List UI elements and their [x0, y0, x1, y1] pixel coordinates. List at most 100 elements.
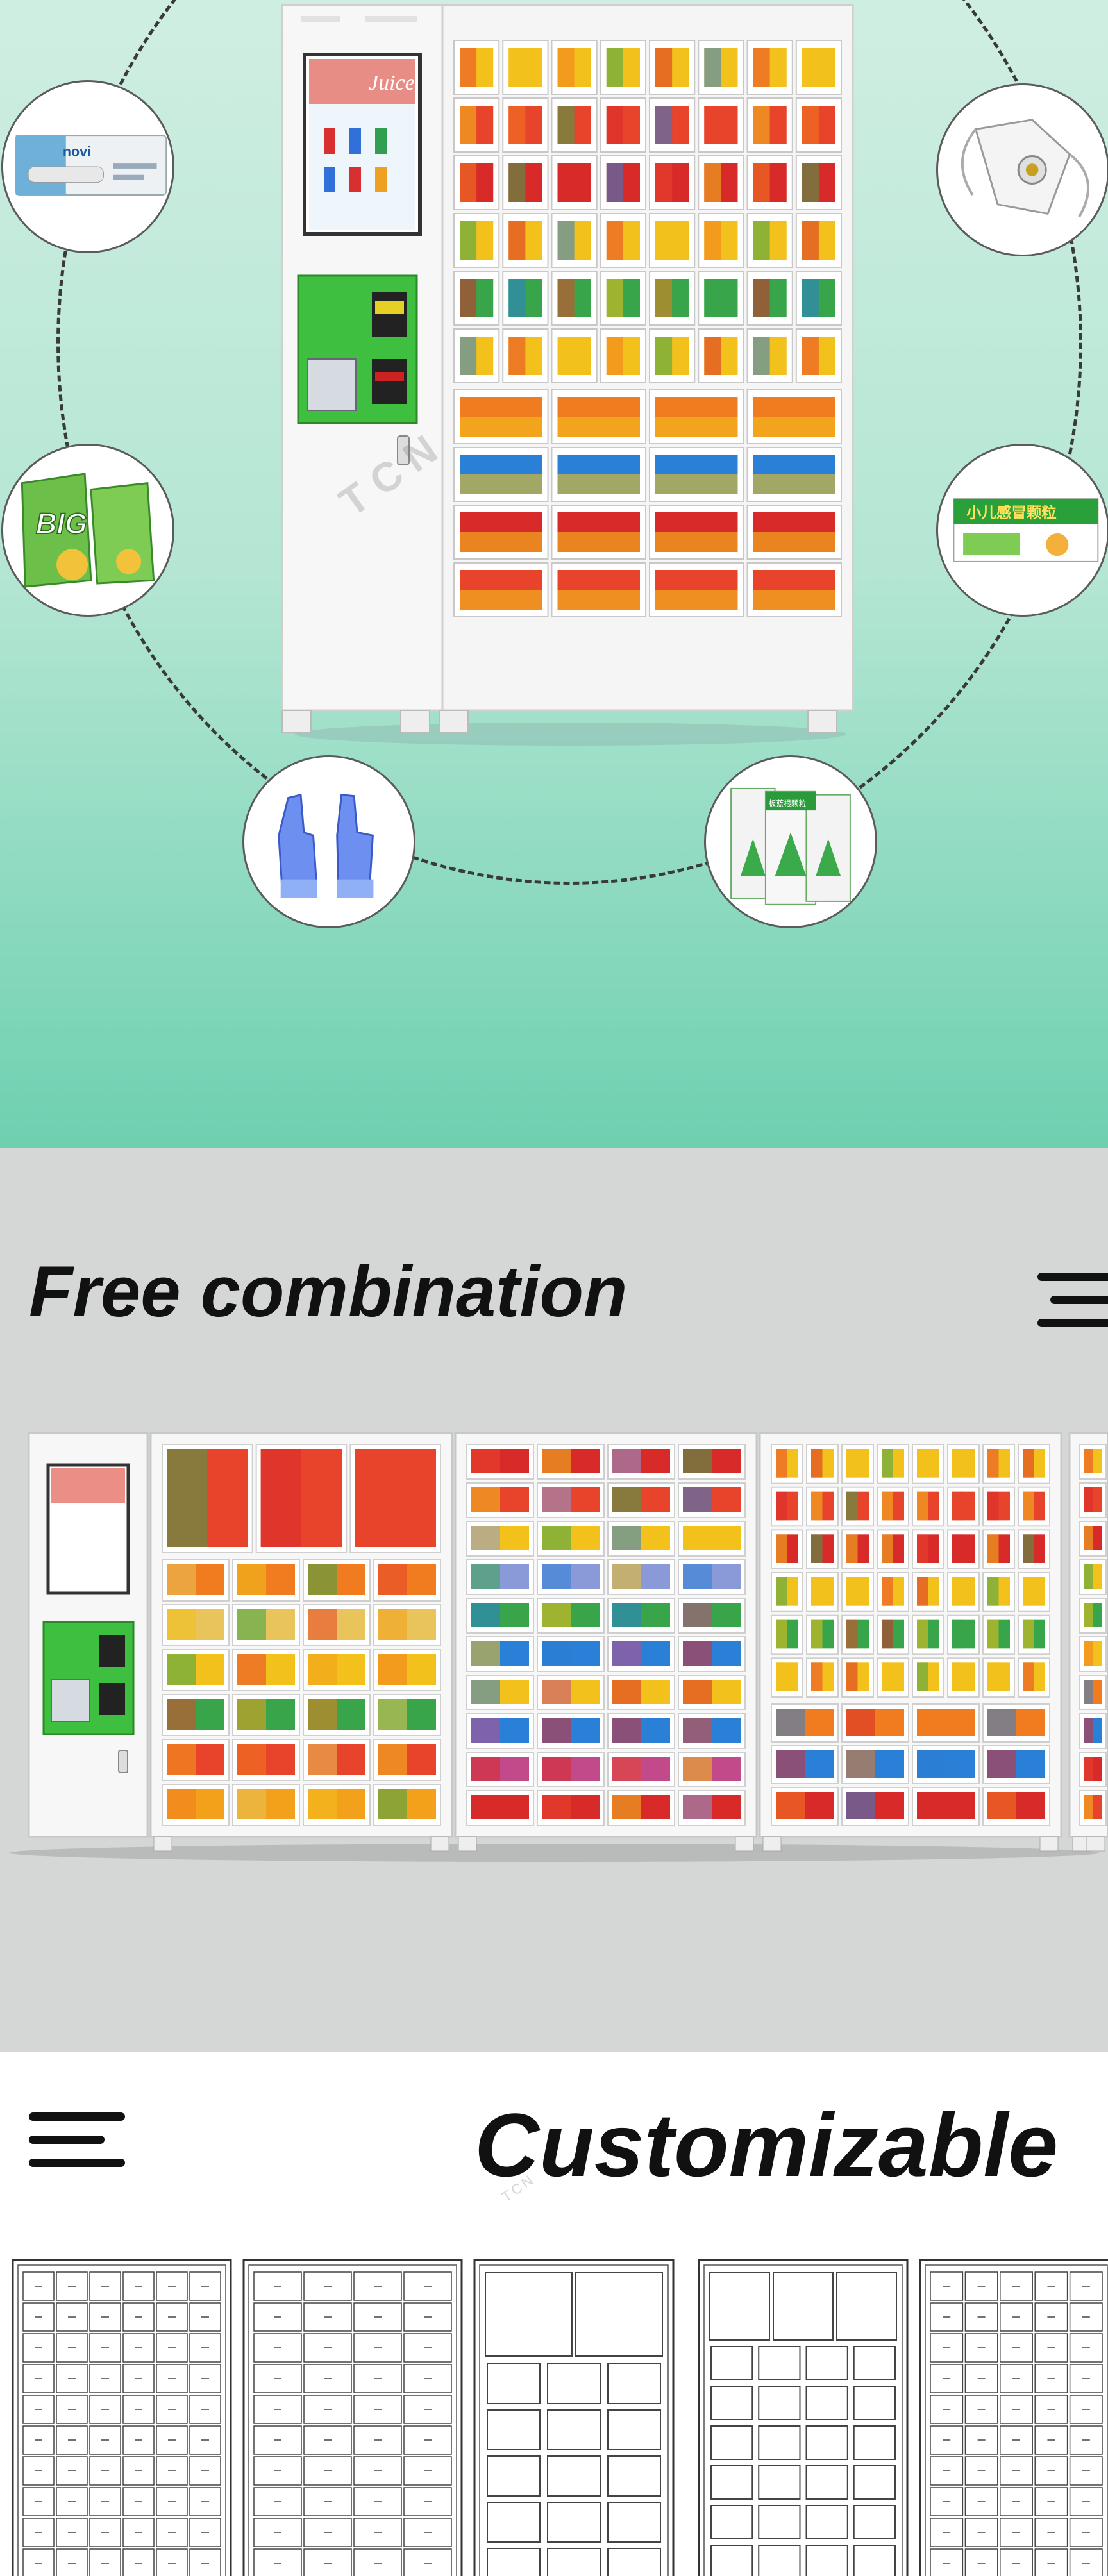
locker-cell [502, 271, 549, 326]
locker-cell [600, 271, 646, 326]
locker-cell [698, 40, 744, 95]
locker-cell-large [551, 389, 646, 444]
combo-cabinets [149, 1432, 1108, 1852]
chips-bag-icon: BIG [21, 473, 155, 588]
hero-section: Juice novi BIG 小儿感冒颗粒 板蓝根颗粒 TCN [0, 0, 1108, 1148]
locker-cell-large [649, 389, 744, 444]
layout-option [698, 2259, 909, 2576]
cabinet-snacks [149, 1432, 453, 1852]
locker-cell [600, 328, 646, 383]
medicine-box-icon: 小儿感冒颗粒 [953, 498, 1099, 562]
locker-cell [795, 213, 842, 268]
combined-machines-image [9, 1432, 1108, 1862]
locker-cell-large [649, 505, 744, 560]
locker-cell [551, 155, 598, 210]
locker-cell [453, 40, 500, 95]
locker-cell [746, 40, 793, 95]
locker-cell [746, 97, 793, 153]
locker-cell [453, 328, 500, 383]
locker-cell [746, 271, 793, 326]
locker-cell [600, 155, 646, 210]
layout-option [919, 2259, 1108, 2576]
locker-cell [649, 155, 696, 210]
vending-machine-image: Juice [281, 4, 854, 746]
locker-cell-large [551, 447, 646, 502]
locker-cell-large [649, 562, 744, 617]
locker-cell [649, 328, 696, 383]
locker-cell [698, 328, 744, 383]
cabinet-drinks [454, 1432, 758, 1852]
circle-tea-pouches: 板蓝根颗粒 [704, 755, 877, 928]
svg-text:板蓝根颗粒: 板蓝根颗粒 [769, 799, 807, 808]
locker-cell [698, 155, 744, 210]
locker-cell-large [453, 562, 549, 617]
lock-icon [397, 435, 410, 465]
locker-cell [453, 213, 500, 268]
locker-cell [649, 40, 696, 95]
mask-icon [961, 119, 1089, 218]
machine-shadow [295, 723, 846, 746]
locker-cell [795, 155, 842, 210]
layout-option [473, 2259, 675, 2576]
customizable-title: Customizable [474, 2095, 1059, 2195]
locker-cell [502, 328, 549, 383]
thermometer-icon: novi [15, 135, 167, 196]
screen-brand-text: Juice [369, 71, 415, 95]
locker-cell-large [453, 447, 549, 502]
circle-medicine-box: 小儿感冒颗粒 [936, 444, 1108, 617]
circle-mask [936, 83, 1108, 256]
locker-cell [795, 328, 842, 383]
locker-cell [649, 271, 696, 326]
locker-cell [649, 213, 696, 268]
circle-chips: BIG [1, 444, 174, 617]
cabinet-partial [1068, 1432, 1108, 1852]
locker-cell [698, 271, 744, 326]
locker-cell [551, 40, 598, 95]
circle-gloves [242, 755, 416, 928]
locker-cell-large [453, 389, 549, 444]
locker-cell-large [746, 505, 842, 560]
locker-cell [649, 97, 696, 153]
locker-cell [502, 97, 549, 153]
layout-option [12, 2259, 232, 2576]
locker-cell-large [453, 505, 549, 560]
locker-cell [551, 213, 598, 268]
locker-cell-large [746, 562, 842, 617]
locker-cell [551, 328, 598, 383]
svg-text:小儿感冒颗粒: 小儿感冒颗粒 [966, 503, 1057, 521]
locker-cell [600, 97, 646, 153]
locker-cell [502, 213, 549, 268]
locker-cell [746, 213, 793, 268]
customizable-section: Customizable TCN [0, 2052, 1108, 2576]
locker-cell [698, 97, 744, 153]
menu-icon-customizable[interactable] [29, 2112, 125, 2167]
cabinet-mixed [759, 1432, 1062, 1852]
locker-cell [551, 97, 598, 153]
locker-cell [795, 40, 842, 95]
locker-cell [795, 97, 842, 153]
locker-cell [453, 271, 500, 326]
locker-cell [698, 213, 744, 268]
locker-cell-large [746, 447, 842, 502]
locker-cell [746, 155, 793, 210]
layout-options-diagram [12, 2259, 1108, 2576]
locker-cell [502, 155, 549, 210]
locker-cell [453, 155, 500, 210]
locker-cell-large [551, 505, 646, 560]
locker-cell-large [649, 447, 744, 502]
svg-text:novi: novi [63, 144, 91, 159]
keypad [307, 358, 357, 411]
gloves-icon [278, 793, 374, 898]
locker-cell [600, 40, 646, 95]
menu-icon[interactable] [1037, 1273, 1108, 1330]
locker-cell [795, 271, 842, 326]
circle-thermometer: novi [1, 80, 174, 253]
tea-pouches-icon: 板蓝根颗粒 [730, 787, 851, 905]
locker-cell [453, 97, 500, 153]
layout-option [242, 2259, 463, 2576]
locker-cell-large [551, 562, 646, 617]
locker-cell [551, 271, 598, 326]
locker-cell-large [746, 389, 842, 444]
svg-text:BIG: BIG [36, 507, 87, 540]
free-combination-title: Free combination [29, 1251, 628, 1332]
